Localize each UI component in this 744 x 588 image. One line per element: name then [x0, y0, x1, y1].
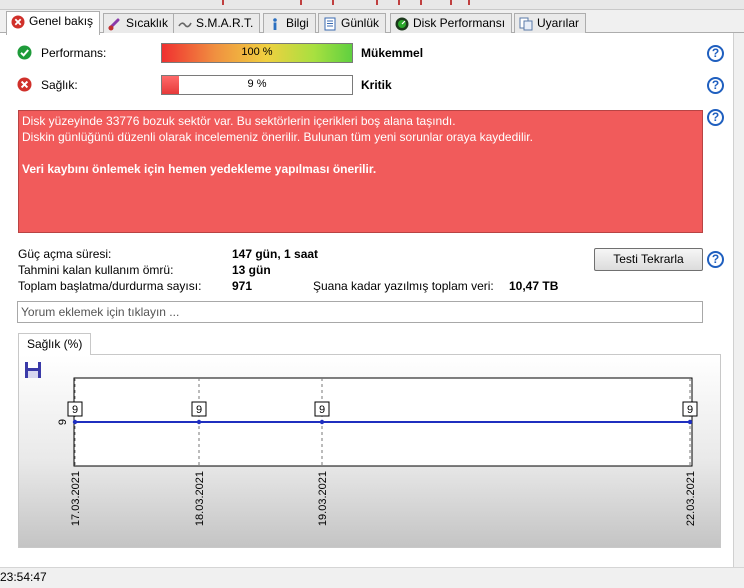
tab-log[interactable]: Günlük [318, 13, 387, 34]
start-stop-value: 971 [232, 279, 253, 293]
data-label: 9 [196, 404, 202, 416]
x-tick-label: 19.03.2021 [317, 471, 329, 526]
data-point [196, 419, 202, 425]
tab-alerts[interactable]: Uyarılar [514, 13, 587, 34]
alert-message-box: Disk yüzeyinde 33776 bozuk sektör var. B… [18, 110, 703, 233]
performance-bar: 100 % [161, 43, 353, 63]
health-label: Sağlık: [41, 78, 78, 92]
alert-recommendation: Veri kaybını önlemek için hemen yedeklem… [22, 162, 377, 176]
start-stop-label: Toplam başlatma/durdurma sayısı: [18, 279, 202, 293]
health-help-icon[interactable]: ? [707, 77, 724, 94]
remaining-life-label: Tahmini kalan kullanım ömrü: [18, 263, 174, 277]
health-percent: 9 % [247, 78, 267, 90]
remaining-life-value: 13 gün [232, 263, 271, 277]
toolbar-mark [376, 0, 378, 5]
data-point [72, 419, 78, 425]
error-icon [17, 77, 32, 92]
retest-button[interactable]: Testi Tekrarla [594, 248, 703, 271]
health-chart: 99 9 9 917.03.2021 18.03.2021 19.03.2021 22.03… [57, 377, 698, 526]
error-icon [11, 15, 25, 29]
check-icon [17, 45, 32, 60]
total-written-label: Şuana kadar yazılmış toplam veri: [313, 279, 494, 293]
total-written-value: 10,47 TB [509, 279, 559, 293]
health-bar: 9 % [161, 75, 353, 95]
tab-label: Sıcaklık [126, 16, 169, 30]
tab-health-chart[interactable]: Sağlık (%) [18, 333, 92, 355]
toolbar-mark [300, 0, 302, 5]
toolbar-mark [468, 0, 470, 5]
comment-input[interactable] [17, 301, 703, 323]
performance-help-icon[interactable]: ? [707, 45, 724, 62]
thermometer-icon [108, 18, 120, 31]
tab-info[interactable]: Bilgi [263, 13, 316, 34]
tab-disk-performance[interactable]: Disk Performansı [390, 13, 513, 34]
performance-label: Performans: [41, 46, 107, 60]
performance-icon [395, 17, 409, 31]
power-on-label: Güç açma süresi: [18, 247, 112, 261]
toolbar-mark [222, 0, 224, 5]
toolbar-mark [450, 0, 452, 5]
data-label: 9 [72, 404, 78, 416]
toolbar-mark [332, 0, 334, 5]
tab-overview[interactable]: Genel bakış [6, 11, 101, 35]
data-label: 9 [319, 404, 325, 416]
tab-label: Bilgi [286, 16, 309, 30]
tab-label: Disk Performansı [413, 16, 506, 30]
data-point [319, 419, 325, 425]
log-icon [324, 17, 336, 31]
retest-help-icon[interactable]: ? [707, 251, 724, 268]
toolbar-mark [420, 0, 422, 5]
y-tick-label: 9 [57, 419, 69, 425]
toolbar-strip [0, 0, 744, 10]
x-tick-label: 22.03.2021 [685, 471, 697, 526]
status-time: 23:54:47 [0, 570, 47, 584]
tab-smart[interactable]: S.M.A.R.T. [173, 13, 261, 34]
x-tick-label: 17.03.2021 [70, 471, 82, 526]
tab-label: Uyarılar [537, 16, 580, 30]
tab-bar: Genel bakış Sıcaklık S.M.A.R.T. Bilgi Gü… [0, 11, 744, 35]
alert-help-icon[interactable]: ? [707, 109, 724, 126]
tab-label: Genel bakış [29, 14, 94, 28]
performance-verdict: Mükemmel [361, 46, 424, 60]
info-icon [273, 18, 277, 30]
x-tick-label: 18.03.2021 [194, 471, 206, 526]
tab-label: Günlük [341, 16, 380, 30]
data-point [687, 419, 693, 425]
alert-line: Diskin günlüğünü düzenli olarak inceleme… [22, 130, 533, 144]
performance-percent: 100 % [241, 46, 273, 58]
tab-temperature[interactable]: Sıcaklık [103, 13, 176, 34]
data-label: 9 [687, 404, 693, 416]
status-bar: 23:54:47 [0, 567, 744, 588]
toolbar-mark [398, 0, 400, 5]
health-verdict: Kritik [361, 78, 392, 92]
power-on-value: 147 gün, 1 saat [232, 247, 319, 261]
alerts-icon [519, 17, 533, 31]
smart-icon [178, 22, 192, 28]
alert-line: Disk yüzeyinde 33776 bozuk sektör var. B… [22, 114, 456, 128]
tab-label: S.M.A.R.T. [196, 16, 254, 30]
